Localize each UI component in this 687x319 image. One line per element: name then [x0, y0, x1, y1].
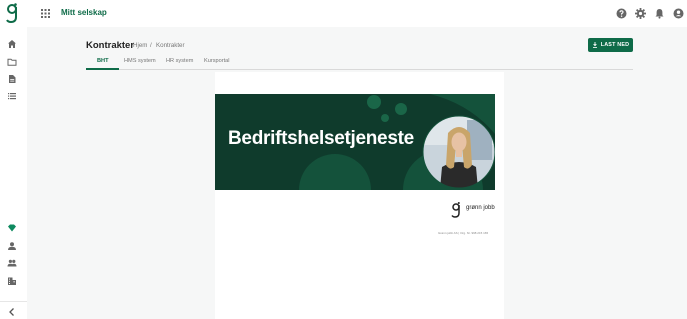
document-preview: Bedriftshelsetjeneste grønn jobb Grønn j… [215, 72, 504, 319]
sidebar [0, 27, 27, 319]
breadcrumb-home[interactable]: Hjem [133, 42, 147, 49]
document-footer: Grønn jobb AS | Org. Nr. 998 215 165 [438, 231, 489, 235]
brand-name: grønn jobb [466, 205, 495, 211]
person-icon[interactable] [7, 241, 17, 251]
brand-logo-icon [451, 202, 460, 218]
top-bar: Mitt selskap [0, 0, 687, 27]
breadcrumb-current: Kontrakter [156, 42, 185, 49]
apps-grid-icon[interactable] [41, 9, 50, 18]
home-icon[interactable] [7, 39, 17, 49]
tab-kursportal[interactable]: Kursportal [204, 58, 230, 64]
download-button[interactable]: LAST NED [588, 38, 633, 52]
tab-hr-system[interactable]: HR system [166, 58, 193, 64]
banner-title: Bedriftshelsetjeneste [228, 128, 414, 149]
help-icon[interactable] [616, 8, 627, 19]
account-icon[interactable] [673, 8, 684, 19]
tab-bht[interactable]: BHT [97, 58, 109, 64]
tab-bar: BHT HMS system HR system Kursportal [86, 54, 633, 70]
document-banner: Bedriftshelsetjeneste [215, 94, 495, 190]
tab-hms-system[interactable]: HMS system [124, 58, 156, 64]
settings-icon[interactable] [635, 8, 646, 19]
company-name[interactable]: Mitt selskap [61, 8, 107, 17]
diamond-icon[interactable] [7, 223, 17, 233]
notifications-icon[interactable] [654, 8, 665, 19]
active-tab-indicator [86, 68, 119, 70]
download-label: LAST NED [600, 42, 630, 48]
logo-icon[interactable] [6, 3, 18, 23]
download-icon [592, 42, 597, 48]
folder-icon[interactable] [7, 57, 17, 67]
portrait-photo [422, 115, 495, 189]
page-title: Kontrakter [86, 40, 135, 51]
list-icon[interactable] [7, 91, 17, 101]
people-icon[interactable] [7, 258, 17, 268]
business-icon[interactable] [7, 276, 17, 286]
chevron-left-icon[interactable] [7, 307, 17, 317]
document-icon[interactable] [7, 74, 17, 84]
breadcrumb-separator: / [150, 42, 152, 49]
sidebar-divider [0, 301, 27, 302]
